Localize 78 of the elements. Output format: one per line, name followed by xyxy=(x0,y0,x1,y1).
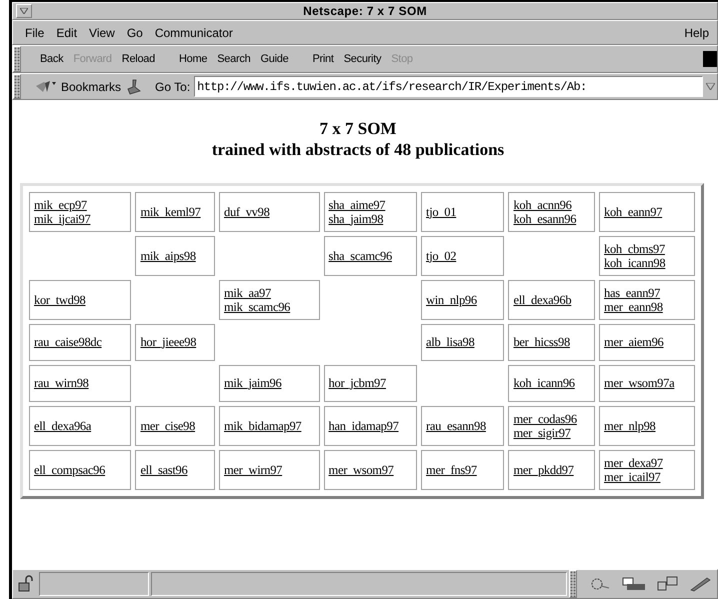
publication-link[interactable]: mer_codas96 xyxy=(513,412,577,426)
menu-item[interactable]: Help xyxy=(682,24,711,42)
publication-link[interactable]: mer_wirn97 xyxy=(224,462,282,476)
menu-item[interactable]: Communicator xyxy=(148,24,239,42)
dropdown-button[interactable] xyxy=(703,83,717,90)
publication-link[interactable]: kor_twd98 xyxy=(34,292,86,306)
publication-link[interactable]: duf_vv98 xyxy=(224,204,270,218)
menu-item[interactable]: Edit xyxy=(50,24,84,42)
toolbar-grip[interactable] xyxy=(13,74,21,99)
publication-link[interactable]: mer_pkdd97 xyxy=(513,462,574,476)
publication-link[interactable]: mer_cise98 xyxy=(140,418,196,432)
publication-link[interactable]: rau_caise98dc xyxy=(34,335,102,349)
toolbar-button[interactable]: Reload xyxy=(116,50,160,68)
publication-link[interactable]: win_nlp96 xyxy=(426,292,477,306)
menu-item[interactable]: File xyxy=(19,24,50,42)
triangle-icon xyxy=(20,8,28,14)
publication-link[interactable]: koh_icann98 xyxy=(604,256,666,270)
publication-link[interactable]: mer_eann98 xyxy=(604,300,663,314)
publication-link[interactable]: mer_nlp98 xyxy=(604,418,656,432)
publication-link[interactable]: hor_jieee98 xyxy=(140,335,196,349)
publication-link[interactable]: ell_sast96 xyxy=(140,462,188,476)
triangle-icon xyxy=(706,83,714,90)
publication-link[interactable]: ell_dexa96a xyxy=(34,418,92,432)
publication-link[interactable]: mik_bidamap97 xyxy=(224,418,302,432)
publication-link[interactable]: alb_lisa98 xyxy=(426,335,474,349)
publication-link[interactable]: ell_compsac96 xyxy=(34,462,106,476)
publication-link[interactable]: ell_dexa96b xyxy=(513,292,572,306)
mail-icon[interactable] xyxy=(621,576,647,592)
toolbar-grip[interactable] xyxy=(13,46,21,72)
publication-link[interactable]: koh_cbms97 xyxy=(604,242,665,256)
menu-item[interactable]: Go xyxy=(120,24,149,42)
publication-link[interactable]: mik_jaim96 xyxy=(224,376,282,390)
publication-link[interactable]: mer_fns97 xyxy=(426,462,477,476)
toolbar-button[interactable]: Print xyxy=(307,50,339,68)
toolbar-button[interactable]: Security xyxy=(338,50,386,68)
toolbar-button[interactable]: Search xyxy=(212,50,256,68)
publication-link[interactable]: koh_esann96 xyxy=(513,212,576,226)
toolbar-button[interactable]: Home xyxy=(174,50,212,68)
page-subtitle: trained with abstracts of 48 publications xyxy=(212,139,504,160)
publication-link[interactable]: mer_wsom97 xyxy=(328,462,394,476)
publication-link[interactable]: mik_keml97 xyxy=(140,204,201,218)
pen-icon[interactable] xyxy=(689,576,711,592)
publication-link[interactable]: tjo_02 xyxy=(426,248,456,262)
publication-link[interactable]: tjo_01 xyxy=(426,204,456,218)
publication-link[interactable]: mer_wsom97a xyxy=(604,376,674,390)
publication-link[interactable]: ber_hicss98 xyxy=(513,335,570,349)
publication-link[interactable]: mik_aips98 xyxy=(140,248,196,262)
publication-link[interactable]: mer_aiem96 xyxy=(604,335,664,349)
toolbar-grip[interactable] xyxy=(569,570,577,598)
publication-link[interactable]: koh_icann96 xyxy=(513,376,575,390)
publication-link[interactable]: has_eann97 xyxy=(604,286,660,300)
chat-icon[interactable] xyxy=(657,576,679,592)
publication-link[interactable]: koh_eann97 xyxy=(604,204,662,218)
bookmarks-button[interactable]: Bookmarks xyxy=(61,78,122,96)
lock-icon[interactable] xyxy=(17,575,35,593)
publication-link[interactable]: mik_scamc96 xyxy=(224,300,290,314)
publication-link[interactable]: rau_wirn98 xyxy=(34,376,89,390)
publication-link[interactable]: mik_ecp97 xyxy=(34,198,87,212)
window-menu-button[interactable] xyxy=(16,4,32,18)
page-title: 7 x 7 SOM xyxy=(320,118,396,140)
window-title: Netscape: 7 x 7 SOM xyxy=(303,3,427,20)
publication-link[interactable]: sha_aime97 xyxy=(328,198,386,212)
publication-link[interactable]: sha_jaim98 xyxy=(328,212,384,226)
publication-link[interactable]: rau_esann98 xyxy=(426,418,486,432)
publication-link[interactable]: mik_ijcai97 xyxy=(34,212,90,226)
publication-link[interactable]: han_idamap97 xyxy=(328,418,399,432)
publication-link[interactable]: koh_acnn96 xyxy=(513,198,572,212)
toolbar-button[interactable]: Back xyxy=(35,50,68,68)
publication-link[interactable]: hor_jcbm97 xyxy=(328,376,386,390)
go-to-label: Go To: xyxy=(155,78,190,96)
publication-link[interactable]: mer_dexa97 xyxy=(604,456,663,470)
publication-link[interactable]: mer_icail97 xyxy=(604,470,660,484)
url-field[interactable]: http://www.ifs.tuwien.ac.at/ifs/research/IR/Experiments/Ab: xyxy=(194,76,703,97)
publication-link[interactable]: sha_scamc96 xyxy=(328,248,392,262)
publication-link[interactable]: mik_aa97 xyxy=(224,286,271,300)
publication-link[interactable]: mer_sigir97 xyxy=(513,426,571,440)
toolbar-button[interactable]: Guide xyxy=(255,50,294,68)
menu-item[interactable]: View xyxy=(83,24,121,42)
